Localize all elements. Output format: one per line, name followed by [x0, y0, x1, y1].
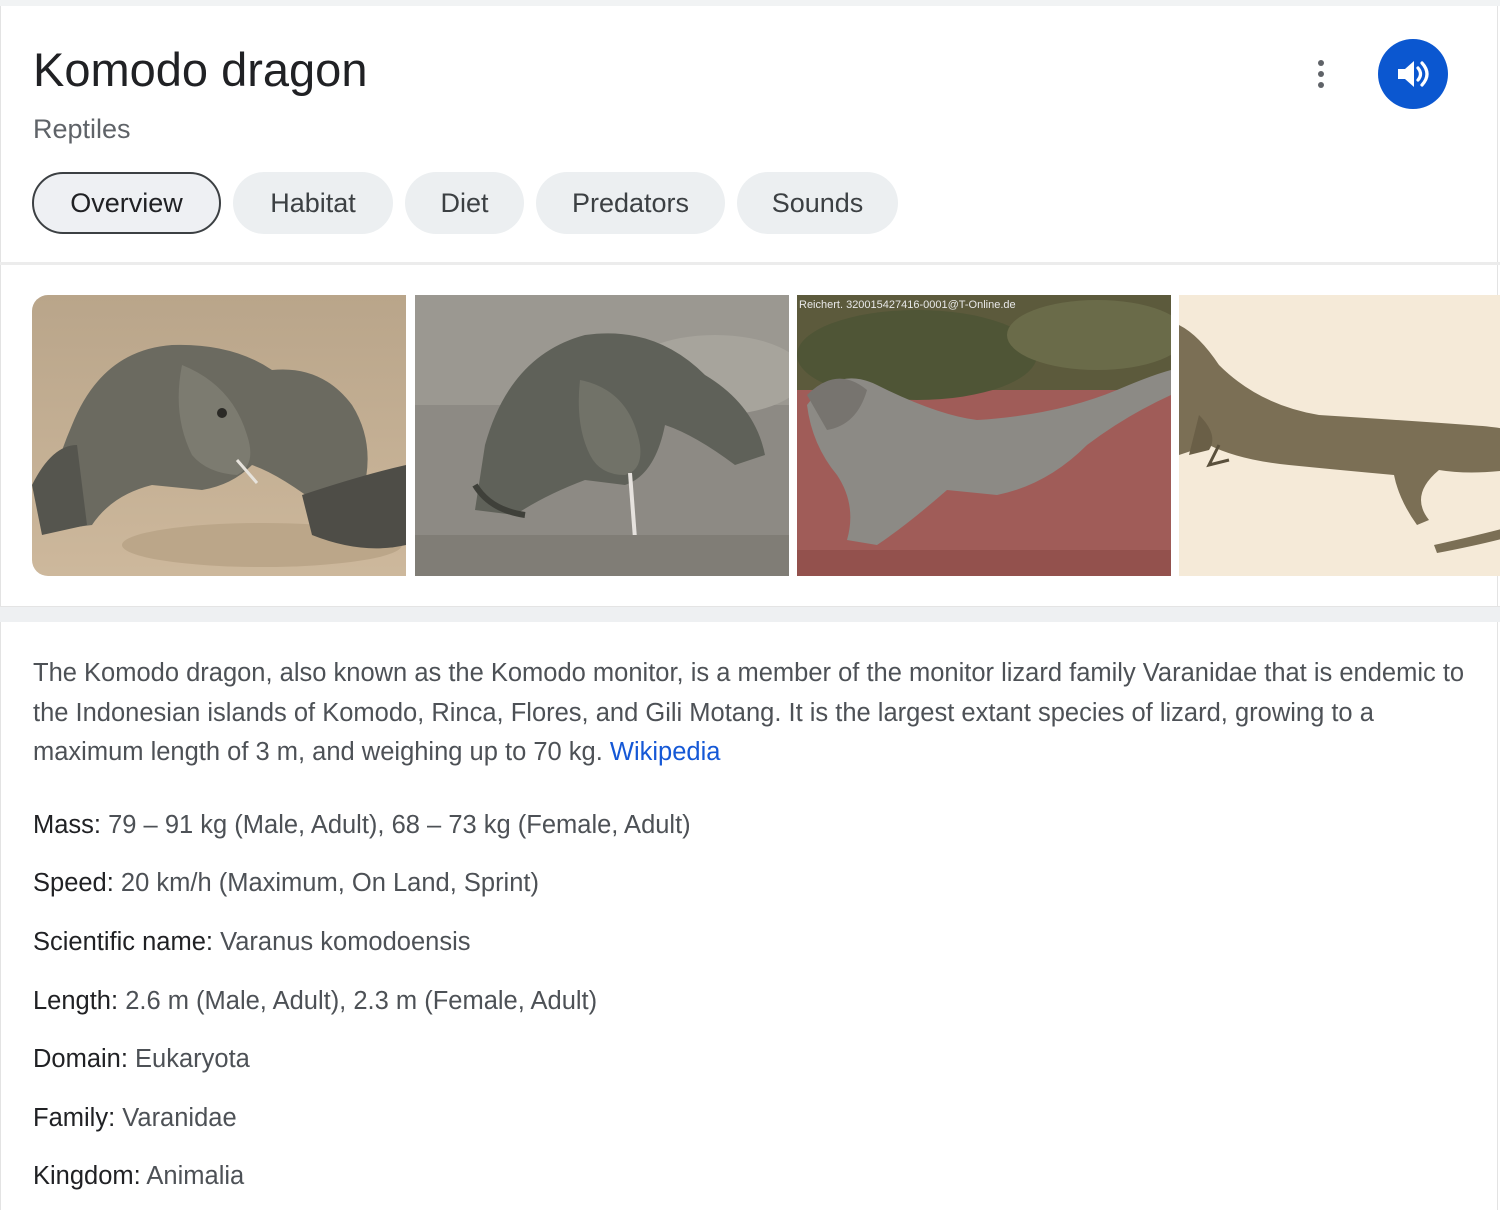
- fact-speed: Speed: 20 km/h (Maximum, On Land, Sprint…: [33, 863, 539, 903]
- fact-kingdom: Kingdom: Animalia: [33, 1156, 244, 1196]
- komodo-photo-2: [415, 295, 789, 576]
- fact-value: Animalia: [146, 1162, 245, 1190]
- gallery-image-1[interactable]: [32, 295, 406, 576]
- page-title: Komodo dragon: [33, 43, 368, 96]
- more-options-button[interactable]: [1302, 54, 1340, 94]
- listen-button[interactable]: [1378, 39, 1448, 109]
- section-divider: [0, 262, 1500, 265]
- tab-predators[interactable]: Predators: [536, 172, 725, 234]
- more-vert-icon-dot: [1318, 71, 1324, 77]
- fact-key[interactable]: Domain:: [33, 1045, 128, 1073]
- topic-tabs: Overview Habitat Diet Predators Sounds: [32, 172, 898, 234]
- tab-diet[interactable]: Diet: [405, 172, 524, 234]
- fact-domain: Domain: Eukaryota: [33, 1039, 250, 1079]
- fact-length: Length: 2.6 m (Male, Adult), 2.3 m (Fema…: [33, 981, 597, 1021]
- komodo-photo-3: [797, 295, 1171, 576]
- volume-up-icon: [1398, 61, 1429, 87]
- section-divider-thick: [0, 606, 1500, 622]
- page-subtitle: Reptiles: [33, 114, 131, 144]
- fact-scientific-name: Scientific name: Varanus komodoensis: [33, 922, 471, 962]
- komodo-photo-1: [32, 295, 406, 576]
- description-paragraph: The Komodo dragon, also known as the Kom…: [33, 654, 1473, 773]
- more-vert-icon: [1318, 60, 1324, 66]
- fact-key[interactable]: Family:: [33, 1104, 115, 1132]
- fact-mass: Mass: 79 – 91 kg (Male, Adult), 68 – 73 …: [33, 805, 691, 845]
- fact-key[interactable]: Mass:: [33, 811, 101, 839]
- fact-value: 2.6 m (Male, Adult), 2.3 m (Female, Adul…: [125, 987, 598, 1015]
- komodo-illustration: [1179, 295, 1500, 576]
- photo-watermark: Reichert. 320015427416-0001@T-Online.de: [799, 299, 1016, 311]
- fact-key[interactable]: Scientific name:: [33, 928, 213, 956]
- fact-value: Varanus komodoensis: [220, 928, 471, 956]
- fact-family: Family: Varanidae: [33, 1098, 237, 1138]
- tab-habitat[interactable]: Habitat: [233, 172, 393, 234]
- tab-sounds[interactable]: Sounds: [737, 172, 898, 234]
- wikipedia-link[interactable]: Wikipedia: [610, 738, 721, 766]
- more-vert-icon-dot: [1318, 82, 1324, 88]
- fact-key[interactable]: Length:: [33, 987, 118, 1015]
- fact-key[interactable]: Speed:: [33, 869, 114, 897]
- fact-value: Eukaryota: [135, 1045, 250, 1073]
- fact-value: 79 – 91 kg (Male, Adult), 68 – 73 kg (Fe…: [108, 811, 691, 839]
- image-gallery: Reichert. 320015427416-0001@T-Online.de: [32, 295, 1500, 576]
- fact-value: 20 km/h (Maximum, On Land, Sprint): [120, 869, 539, 897]
- tab-overview[interactable]: Overview: [32, 172, 221, 234]
- gallery-image-4[interactable]: [1179, 295, 1500, 576]
- fact-key[interactable]: Kingdom:: [33, 1162, 141, 1190]
- description-text: The Komodo dragon, also known as the Kom…: [33, 659, 1465, 766]
- fact-value: Varanidae: [122, 1104, 237, 1132]
- gallery-image-3[interactable]: Reichert. 320015427416-0001@T-Online.de: [797, 295, 1171, 576]
- gallery-image-2[interactable]: [415, 295, 789, 576]
